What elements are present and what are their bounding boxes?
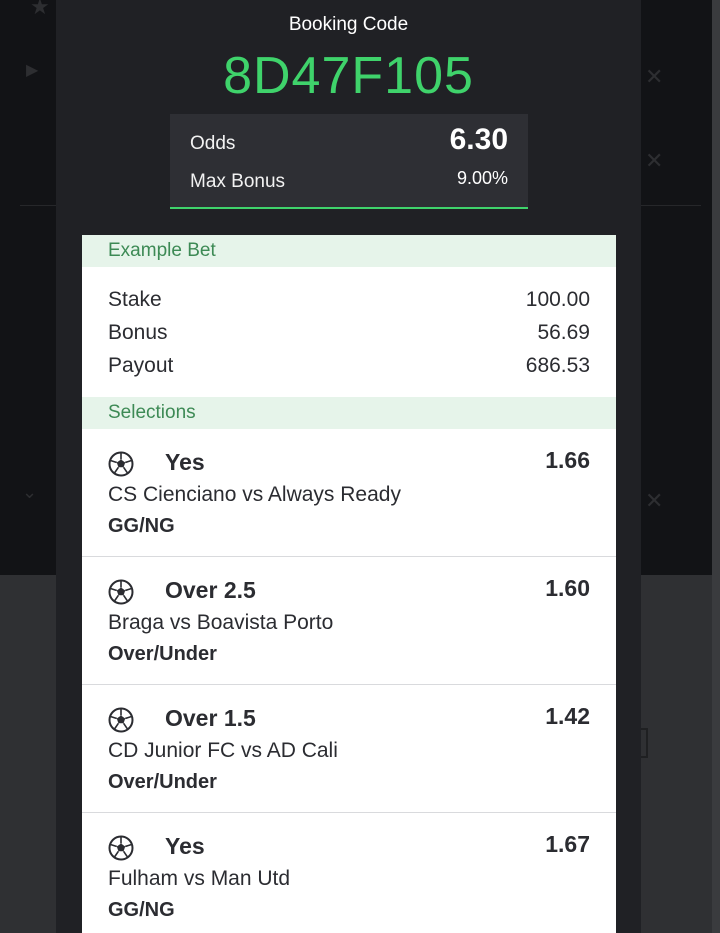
soccer-ball-icon — [108, 707, 134, 733]
soccer-ball-icon — [108, 579, 134, 605]
selection-odds: 1.42 — [545, 703, 590, 729]
booking-code[interactable]: 8D47F105 — [56, 46, 641, 106]
odds-value: 6.30 — [449, 123, 508, 156]
star-icon: ★ — [30, 0, 50, 19]
payout-value: 686.53 — [525, 354, 590, 377]
close-icon: ✕ — [645, 64, 664, 89]
odds-label: Odds — [190, 133, 236, 154]
selection-market: GG/NG — [108, 899, 175, 921]
close-icon: ✕ — [645, 488, 664, 513]
max-bonus-label: Max Bonus — [190, 171, 286, 192]
bonus-label: Bonus — [108, 321, 168, 344]
background-scrollbar — [712, 0, 720, 933]
selection-match: Braga vs Boavista Porto — [108, 611, 334, 634]
selection-match: CS Cienciano vs Always Ready — [108, 483, 401, 506]
selection-market: GG/NG — [108, 515, 175, 537]
chevron-down-icon: ⌄ — [22, 482, 38, 502]
soccer-ball-icon — [108, 835, 134, 861]
selection-odds: 1.66 — [545, 447, 590, 473]
chevron-right-icon: ▶ — [26, 62, 39, 79]
stake-value: 100.00 — [525, 288, 590, 311]
selection-pick: Over 2.5 — [165, 577, 256, 603]
example-bet-heading: Example Bet — [82, 235, 616, 267]
selection-pick: Yes — [165, 833, 205, 859]
bonus-value: 56.69 — [537, 321, 590, 344]
selection-item[interactable]: Over 1.5 1.42 CD Junior FC vs AD Cali Ov… — [82, 685, 616, 813]
selection-match: Fulham vs Man Utd — [108, 867, 291, 890]
selection-item[interactable]: Yes 1.67 Fulham vs Man Utd GG/NG — [82, 813, 616, 933]
close-icon: ✕ — [645, 148, 664, 173]
stake-label: Stake — [108, 288, 162, 311]
selection-item[interactable]: Over 2.5 1.60 Braga vs Boavista Porto Ov… — [82, 557, 616, 685]
selection-pick: Over 1.5 — [165, 705, 256, 731]
odds-summary: Odds 6.30 Max Bonus 9.00% — [170, 114, 528, 209]
selection-market: Over/Under — [108, 771, 217, 793]
selection-odds: 1.60 — [545, 575, 590, 601]
selection-pick: Yes — [165, 449, 205, 475]
bet-details-card: Example Bet Stake 100.00 Bonus 56.69 Pay… — [82, 235, 616, 933]
selection-match: CD Junior FC vs AD Cali — [108, 739, 338, 762]
max-bonus-value: 9.00% — [456, 168, 508, 188]
selection-market: Over/Under — [108, 643, 217, 665]
selections-heading: Selections — [82, 397, 616, 429]
stake-row: Stake 100.00 — [108, 288, 590, 312]
bonus-row: Bonus 56.69 — [108, 321, 590, 345]
payout-row: Payout 686.53 — [108, 354, 590, 378]
payout-label: Payout — [108, 354, 174, 377]
selection-item[interactable]: Yes 1.66 CS Cienciano vs Always Ready GG… — [82, 429, 616, 557]
selection-odds: 1.67 — [545, 831, 590, 857]
modal-title: Booking Code — [288, 14, 409, 35]
soccer-ball-icon — [108, 451, 134, 477]
